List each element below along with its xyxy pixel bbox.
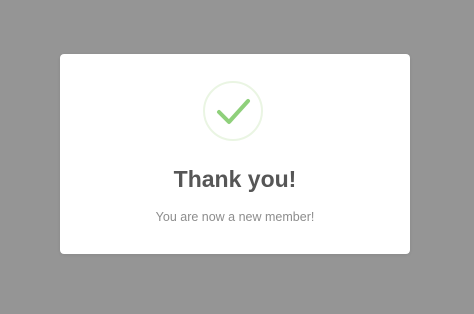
success-icon-ring: [203, 81, 263, 141]
dialog-title: Thank you!: [173, 166, 297, 192]
checkmark-icon: [217, 99, 250, 124]
success-dialog: Thank you! You are now a new member!: [60, 54, 410, 254]
dialog-message: You are now a new member!: [155, 210, 315, 224]
